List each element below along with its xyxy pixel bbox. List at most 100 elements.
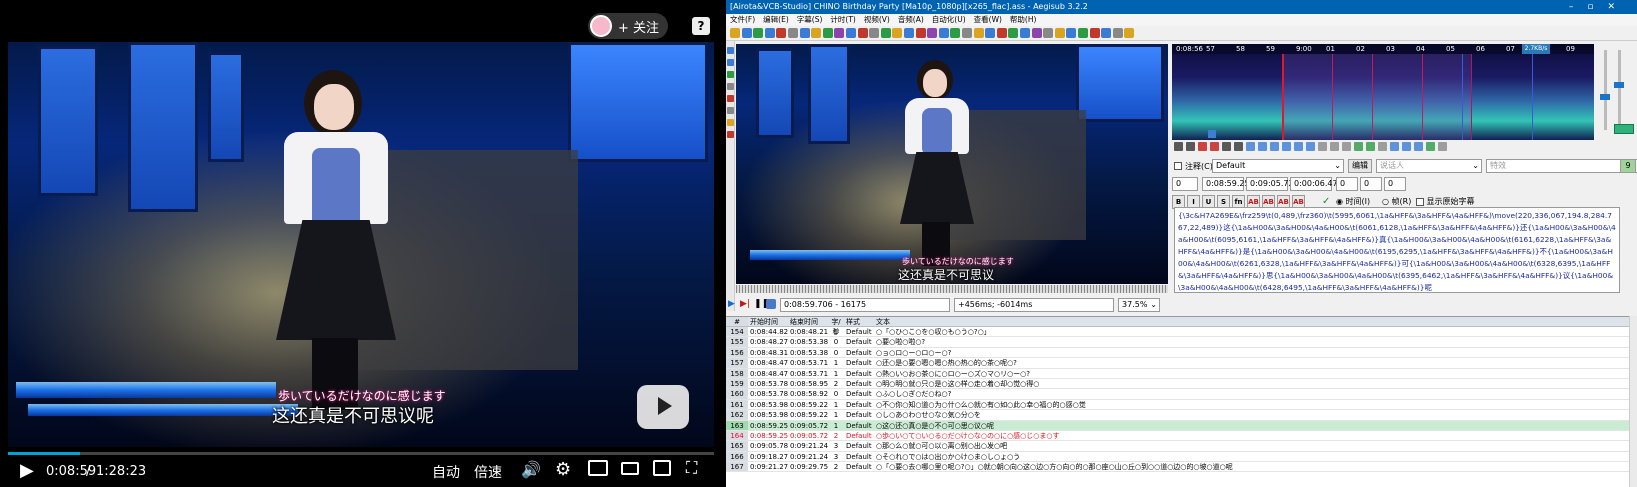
style-select[interactable]: Default ⌄ xyxy=(1212,159,1344,173)
volume-thumb[interactable] xyxy=(1614,82,1624,88)
toolbar-button-icon[interactable] xyxy=(834,28,845,38)
margin-right-field[interactable]: 0 xyxy=(1360,177,1382,191)
start-time-field[interactable]: 0:08:59.25 xyxy=(1202,177,1250,191)
commit-check-icon[interactable]: ✓ xyxy=(1322,196,1330,207)
zoom-select[interactable]: 37.5% ⌄ xyxy=(1118,298,1160,312)
video-preview[interactable]: 歩いているだけなのに感じます 这还真是不可思议 xyxy=(736,44,1168,284)
audio-control-icon[interactable] xyxy=(1282,142,1291,151)
toolbar-button-icon[interactable] xyxy=(973,28,984,38)
toolbar-button-icon[interactable] xyxy=(811,28,822,38)
toolbar-button-icon[interactable] xyxy=(1124,28,1135,38)
audio-control-icon[interactable] xyxy=(1174,142,1183,151)
audio-selection[interactable] xyxy=(1282,54,1472,140)
toolbar-button-icon[interactable] xyxy=(741,28,752,38)
subtitle-row[interactable]: 160 0:08:53.78 0:08:58.92 0 Default ○ふ○し○ぎ○だ○… xyxy=(726,389,1637,400)
subtitle-row[interactable]: 165 0:09:05.78 0:09:21.24 3 Default ○那○么○就○可○… xyxy=(726,441,1637,452)
audio-control-icon[interactable] xyxy=(1210,142,1219,151)
audio-control-icon[interactable] xyxy=(1270,142,1279,151)
window-controls[interactable]: –▫✕ xyxy=(1569,0,1629,14)
subtitle-row[interactable]: 156 0:08:48.31 0:08:53.38 0 Default ○ョ○ロ○ー○ロ○… xyxy=(726,347,1637,359)
audio-control-icon[interactable] xyxy=(1330,142,1339,151)
audio-control-icon[interactable] xyxy=(1366,142,1375,151)
toolbar-button-icon[interactable] xyxy=(730,28,740,38)
menu-item[interactable]: 帮助(H) xyxy=(1010,14,1037,26)
autoscroll-icon[interactable] xyxy=(766,299,776,309)
effect-field[interactable]: 特效 xyxy=(1486,159,1637,173)
audio-control-icon[interactable] xyxy=(1342,142,1351,151)
toolbar-button-icon[interactable] xyxy=(1066,28,1077,38)
toolbar-button-icon[interactable] xyxy=(857,28,868,38)
actor-field[interactable]: 说话人 ⌄ xyxy=(1376,159,1482,173)
menu-item[interactable]: 计时(T) xyxy=(830,14,855,26)
menu-item[interactable]: 文件(F) xyxy=(730,14,755,26)
play-icon[interactable]: ▶ xyxy=(20,460,34,481)
toolbar-button-icon[interactable] xyxy=(1008,28,1019,38)
audio-scroll-thumb[interactable] xyxy=(1208,130,1216,138)
toolbar-button-icon[interactable] xyxy=(880,28,891,38)
audio-control-icon[interactable] xyxy=(1438,142,1447,151)
toolbar-button-icon[interactable] xyxy=(938,28,949,38)
menu-item[interactable]: 视频(V) xyxy=(864,14,890,26)
grid-column-header[interactable]: 结束时间 xyxy=(788,317,828,326)
subtitle-row[interactable]: 154 0:08:44.82 0:08:48.21 1 Default ○「○ひ○こ○を○… xyxy=(726,327,1637,338)
progress-bar[interactable] xyxy=(8,452,714,455)
toolbar-button-icon[interactable] xyxy=(869,28,880,38)
subtitle-row[interactable]: 163 0:08:59.25 0:09:05.72 1 Default ○这○还○真○是○… xyxy=(726,420,1637,431)
subtitle-row[interactable]: 166 0:09:18.27 0:09:21.24 3 Default ○そ○れ○で○は○… xyxy=(726,451,1637,463)
follow-button[interactable]: + 关注 xyxy=(588,13,668,39)
toolbar-button-icon[interactable] xyxy=(892,28,903,38)
video-time-field[interactable]: 0:08:59.706 - 16175 xyxy=(780,298,950,312)
subtitle-row[interactable]: 161 0:08:53.98 0:08:59.22 1 Default ○不○你○知○道○… xyxy=(726,399,1637,411)
menu-item[interactable]: 编辑(E) xyxy=(763,14,789,26)
show-original-checkbox[interactable]: 显示原始字幕 xyxy=(1416,196,1475,207)
audio-control-icon[interactable] xyxy=(1294,142,1303,151)
subtitle-row[interactable]: 167 0:09:21.27 0:09:29.75 2 Default ○「○要○去○哪○… xyxy=(726,462,1637,473)
audio-control-icon[interactable] xyxy=(1198,142,1207,151)
video-player[interactable]: + 关注 ? 歩いているだけなのに感じます 这还真是不可思议呢 ▶ 0:08:5… xyxy=(0,0,722,487)
edit-style-button[interactable]: 编辑 xyxy=(1348,159,1372,173)
audio-control-icon[interactable] xyxy=(1222,142,1231,151)
grid-scrollbar[interactable] xyxy=(1629,316,1637,487)
audio-control-icon[interactable] xyxy=(1234,142,1243,151)
toolbar-button-icon[interactable] xyxy=(764,28,775,38)
uploader-avatar[interactable] xyxy=(590,15,612,37)
video-seek-slider[interactable] xyxy=(736,285,1168,293)
subtitle-row[interactable]: 155 0:08:48.27 0:08:53.38 0 Default ○要○啦○啦○? xyxy=(726,337,1637,348)
frame-mode-radio[interactable]: ○ 帧(R) xyxy=(1382,196,1411,207)
subtitle-row[interactable]: 157 0:08:48.47 0:08:53.71 1 Default ○还○是○要○嗯○… xyxy=(726,358,1637,369)
audio-control-icon[interactable] xyxy=(1390,142,1399,151)
menu-item[interactable]: 字幕(S) xyxy=(797,14,823,26)
audio-spectrum[interactable]: 0:08:565758599:00010203040506070809 2.7K… xyxy=(1172,44,1594,140)
toolbar-button-icon[interactable] xyxy=(904,28,914,38)
grid-column-header[interactable]: 字/秒 xyxy=(828,317,844,336)
playback-speed-button[interactable]: 倍速 xyxy=(474,462,502,482)
visual-tool-icon[interactable] xyxy=(727,83,734,90)
end-time-field[interactable]: 0:09:05.72 xyxy=(1246,177,1294,191)
toolbar-button-icon[interactable] xyxy=(1020,28,1030,38)
toolbar-button-icon[interactable] xyxy=(1112,28,1123,38)
time-mode-radio[interactable]: ◉ 时间(I) xyxy=(1336,196,1370,207)
settings-icon[interactable]: ⚙ xyxy=(555,459,571,480)
play-icon[interactable]: ▶ xyxy=(728,299,735,309)
audio-control-icon[interactable] xyxy=(1318,142,1327,151)
grid-column-header[interactable]: 样式 xyxy=(844,317,874,326)
toolbar-button-icon[interactable] xyxy=(1089,28,1100,38)
margin-vertical-field[interactable]: 0 xyxy=(1384,177,1406,191)
play-line-icon[interactable]: ▶| xyxy=(740,299,750,309)
visual-tool-icon[interactable] xyxy=(727,119,734,126)
menu-item[interactable]: 自动化(U) xyxy=(932,14,966,26)
visual-tool-icon[interactable] xyxy=(727,59,734,66)
help-icon[interactable]: ? xyxy=(692,17,710,35)
vertical-zoom-thumb[interactable] xyxy=(1600,94,1610,100)
toolbar-button-icon[interactable] xyxy=(776,28,787,38)
subtitle-row[interactable]: 159 0:08:53.78 0:08:58.95 2 Default ○明○明○就○只○… xyxy=(726,378,1637,390)
subtitle-row[interactable]: 164 0:08:59.25 0:09:05.72 2 Default ○歩○い○て○い○… xyxy=(726,430,1637,442)
toolbar-button-icon[interactable] xyxy=(1043,28,1054,38)
audio-control-icon[interactable] xyxy=(1246,142,1255,151)
toolbar-button-icon[interactable] xyxy=(753,28,764,38)
webfullscreen-icon[interactable] xyxy=(653,460,671,476)
subtitle-row[interactable]: 158 0:08:48.47 0:08:53.71 1 Default ○熱○い○お○茶○… xyxy=(726,368,1637,379)
video-frame[interactable]: 歩いているだけなのに感じます 这还真是不可思议呢 xyxy=(8,42,714,447)
duration-field[interactable]: 0:00:06.47 xyxy=(1290,177,1338,191)
subtitle-text-editor[interactable]: {\3c&H7A269E&\frz259\t(0,489,\frz360)\t(… xyxy=(1174,207,1620,293)
